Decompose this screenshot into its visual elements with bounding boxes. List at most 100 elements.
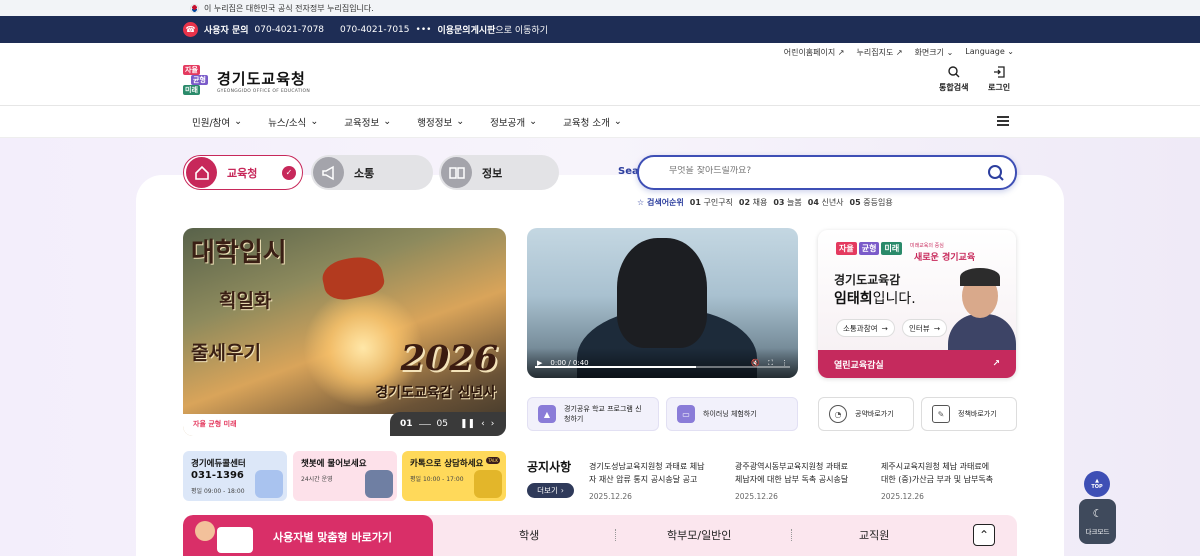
chevron-up-icon[interactable]: ⌃ (973, 524, 995, 546)
notice-title: 공지사항 (527, 460, 572, 474)
edit-icon: ✎ (932, 405, 950, 423)
banner-text-1: 대학입시 (191, 238, 287, 268)
nav-disclosure[interactable]: 정보공개 ⌄ (490, 115, 537, 129)
call-center[interactable]: 경기에듀콜센터 031-1396 평일 09:00 - 18:00 (183, 451, 287, 501)
audience-illustration (189, 517, 259, 556)
logo-mark: 자율 균형 미래 (183, 65, 208, 95)
school-icon: ▲ (538, 405, 556, 423)
rank-item[interactable]: 03 늘봄 (773, 197, 801, 208)
search-box (637, 155, 1017, 190)
home-icon (186, 157, 217, 188)
quick-share-program[interactable]: ▲ 경기공유 학교 프로그램 신청하기 (527, 397, 659, 431)
inquiry-phone-2[interactable]: 070-4021-7015 (340, 25, 409, 35)
login-button[interactable]: 로그인 (988, 66, 1010, 93)
slogan-small: 미래교육의 중심 (910, 243, 944, 249)
chevron-down-icon: ⌄ (529, 116, 538, 127)
robot-icon (365, 470, 393, 498)
card-tags: 자율 균형 미래 (836, 242, 903, 255)
tab-communication[interactable]: 소통 (311, 155, 433, 190)
audience-tab-staff[interactable]: 교직원 (859, 527, 889, 543)
main-nav: 민원/참여 ⌄ 뉴스/소식 ⌄ 교육정보 ⌄ 행정정보 ⌄ 정보공개 ⌄ 교육청 소개 ⌄ (0, 106, 1200, 138)
arrow-up-right-icon: ↗ (992, 359, 1000, 369)
logo-name: 경기도교육청 (217, 70, 306, 88)
chevron-down-icon: ⌄ (456, 116, 465, 127)
kakao-talk[interactable]: 카톡으로 상담하세요 평일 10:00 - 17:00 TALK (402, 451, 506, 501)
total-search-button[interactable]: 통합검색 (939, 66, 968, 93)
audience-shortcuts: 사용자별 맞춤형 바로가기 학생 학부모/일반인 교직원 ⌃ (183, 515, 1017, 556)
rank-item[interactable]: 04 신년사 (808, 197, 844, 208)
book-icon (441, 157, 472, 188)
nav-news[interactable]: 뉴스/소식 ⌄ (268, 115, 318, 129)
tab-office[interactable]: 교육청 ✓ (183, 155, 303, 190)
arrow-right-icon: → (881, 323, 888, 333)
arrow-right-icon: → (933, 323, 940, 333)
pill-interview[interactable]: 인터뷰 → (902, 319, 947, 337)
banner-current: 01 (400, 419, 413, 429)
nav-admin-info[interactable]: 행정정보 ⌄ (417, 115, 464, 129)
quick-hi-learning[interactable]: ▭ 하이러닝 체험하기 (666, 397, 798, 431)
video-progress-fill (535, 366, 696, 368)
superintendent-card[interactable]: 자율 균형 미래 미래교육의 중심 새로운 경기교육 경기도교육감 임태희입니다… (818, 230, 1016, 378)
chevron-down-icon: ⌄ (1007, 47, 1014, 56)
pie-chart-icon: ◔ (829, 405, 847, 423)
search-icon (948, 66, 960, 78)
chatbot[interactable]: 챗봇에 물어보세요 24시간 운영 (293, 451, 397, 501)
banner-year: 2026 (400, 338, 498, 379)
util-kids-link[interactable]: 어린이홈페이지 ↗ (784, 47, 845, 58)
top-button[interactable]: ▲ TOP (1084, 471, 1110, 497)
tab-information[interactable]: 정보 (439, 155, 559, 190)
util-screen-size[interactable]: 화면크기 ⌄ (915, 47, 954, 58)
pause-icon[interactable]: ❚❚ (460, 419, 475, 429)
notice-item[interactable]: 광주광역시동부교육지원청 과태료 체납자에 대한 납부 독촉 공시송달 공고 2… (735, 460, 853, 503)
rank-item[interactable]: 01 구인구직 (690, 197, 733, 208)
notice-more-button[interactable]: 더보기 › (527, 483, 574, 498)
rank-item[interactable]: 02 채용 (739, 197, 767, 208)
inquiry-board-link[interactable]: 이용문의게시판 (437, 23, 495, 36)
quick-policy[interactable]: ✎ 정책바로가기 (921, 397, 1017, 431)
prev-icon[interactable]: ‹ (481, 419, 485, 429)
superintendent-photo (948, 266, 1016, 354)
search-input[interactable] (669, 166, 969, 176)
monitor-icon: ▭ (677, 405, 695, 423)
external-link-icon: ↗ (837, 48, 845, 57)
gov-banner-text: 이 누리집은 대한민국 공식 전자정부 누리집입니다. (204, 3, 374, 13)
notice-item[interactable]: 경기도성남교육지원청 과태료 체납자 재산 압류 통지 공시송달 공고 2025… (589, 460, 707, 503)
inquiry-bar: ☎ 사용자 문의 070-4021-7078 070-4021-7015 •••… (0, 16, 1200, 43)
banner-subtitle: 경기도교육감 신년사 (375, 385, 496, 401)
headset-icon: ☎ (183, 22, 198, 37)
inquiry-phone-1[interactable]: 070-4021-7078 (255, 25, 324, 35)
rank-item[interactable]: 05 중등임용 (850, 197, 893, 208)
nav-about[interactable]: 교육청 소개 ⌄ (563, 115, 622, 129)
banner-logo: 자율 균형 미래 (193, 420, 237, 428)
menu-hamburger-icon[interactable] (997, 116, 1009, 126)
util-sitemap-link[interactable]: 누리집지도 ↗ (857, 47, 903, 58)
next-icon[interactable]: › (491, 419, 495, 429)
chevron-down-icon: ⌄ (946, 48, 954, 57)
chevron-down-icon: ⌄ (383, 116, 392, 127)
dark-mode-button[interactable]: ☾ 다크모드 (1079, 499, 1116, 544)
search-ranks: ☆ 검색어순위 01 구인구직 02 채용 03 늘봄 04 신년사 05 중등… (637, 197, 893, 208)
notice-item[interactable]: 제주시교육지원청 체납 과태료에 대한 (중)가산금 부과 및 납부독촉 공고 … (881, 460, 999, 503)
site-logo[interactable]: 자율 균형 미래 경기도교육청 GYEONGGIDO OFFICE OF EDU… (183, 65, 310, 97)
audience-tab-student[interactable]: 학생 (519, 527, 539, 543)
pill-participation[interactable]: 소통과참여 → (836, 319, 895, 337)
open-office-link[interactable]: 열린교육감실 ↗ (818, 350, 1016, 378)
star-icon: ☆ (637, 198, 645, 207)
video-controls: ▶ 0:00 / 0:40 🔇 ⛶ ⋮ (527, 348, 798, 378)
nav-edu-info[interactable]: 교육정보 ⌄ (344, 115, 391, 129)
megaphone-icon (313, 157, 344, 188)
banner-text-2: 획일화 (219, 290, 272, 312)
audience-tab-parent[interactable]: 학부모/일반인 (667, 527, 731, 543)
call-center-illustration (255, 470, 283, 498)
banner-text-3: 줄세우기 (191, 342, 261, 364)
video-player[interactable]: ▶ 0:00 / 0:40 🔇 ⛶ ⋮ (527, 228, 798, 378)
nav-civil[interactable]: 민원/참여 ⌄ (192, 115, 242, 129)
main-banner[interactable]: 대학입시 획일화 줄세우기 2026 경기도교육감 신년사 자율 균형 미래 0… (183, 228, 506, 436)
util-language[interactable]: Language ⌄ (965, 47, 1014, 58)
inquiry-board-suffix: 으로 이동하기 (495, 26, 548, 36)
superintendent-name: 임태희입니다. (834, 291, 916, 307)
search-icon[interactable] (987, 164, 1005, 182)
video-progress[interactable] (535, 366, 790, 368)
quick-pledge[interactable]: ◔ 공약바로가기 (818, 397, 914, 431)
kakao-illustration (474, 470, 502, 498)
